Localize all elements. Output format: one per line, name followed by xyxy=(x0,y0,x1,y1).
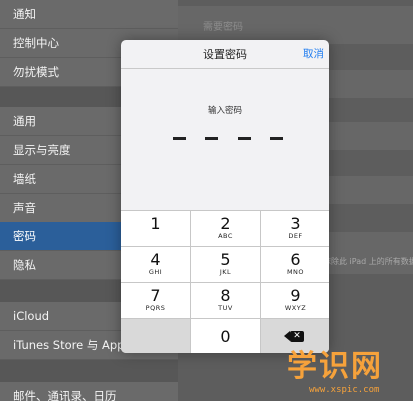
sidebar-item-label: 密码 xyxy=(13,229,36,243)
require-passcode-row[interactable]: 需要密码 xyxy=(178,6,413,44)
enter-passcode-prompt: 输入密码 xyxy=(207,106,242,116)
passcode-entry-field[interactable] xyxy=(173,134,283,142)
key-8[interactable]: 8 TUV xyxy=(191,283,260,318)
key-digit: 4 xyxy=(150,250,161,269)
key-6[interactable]: 6 MNO xyxy=(261,247,329,282)
key-digit: 8 xyxy=(220,286,231,305)
sidebar-item-label: iCloud xyxy=(13,309,50,323)
sidebar-item-label: 显示与亮度 xyxy=(13,143,71,157)
key-letters: DEF xyxy=(288,232,303,240)
sidebar-item-label: 勿扰模式 xyxy=(13,65,59,79)
sidebar-item-mail-contacts-calendars[interactable]: 邮件、通讯录、日历 xyxy=(0,382,178,401)
key-letters: PQRS xyxy=(145,304,166,312)
dialog-header: 设置密码 取消 xyxy=(121,40,329,69)
key-digit: 1 xyxy=(150,214,161,233)
key-letters: MNO xyxy=(286,268,305,276)
key-digit: 3 xyxy=(290,214,301,233)
watermark-url: www.xspic.com xyxy=(309,385,380,395)
sidebar-item-label: 通知 xyxy=(13,7,36,21)
watermark-text: 学识网 xyxy=(287,349,383,384)
key-letters: ABC xyxy=(218,232,233,240)
require-passcode-label: 需要密码 xyxy=(203,21,243,33)
dialog-title: 设置密码 xyxy=(203,48,247,61)
key-letters: GHI xyxy=(148,268,163,276)
key-letters: WXYZ xyxy=(284,304,307,312)
key-2[interactable]: 2 ABC xyxy=(191,211,260,246)
passcode-digit-slot xyxy=(205,137,219,140)
sidebar-item-notifications[interactable]: 通知 xyxy=(0,0,178,29)
numeric-keypad: 1 2 ABC 3 DEF 4 GHI 5 JKL 6 MNO 7 PQRS 8 xyxy=(121,210,329,353)
key-letters: TUV xyxy=(218,304,233,312)
erase-data-note: 抹除此 iPad 上的所有数据 xyxy=(323,257,413,266)
passcode-digit-slot xyxy=(237,137,251,140)
sidebar-item-label: 邮件、通讯录、日历 xyxy=(13,389,117,401)
key-letters: JKL xyxy=(219,268,232,276)
cancel-button[interactable]: 取消 xyxy=(303,40,324,69)
sidebar-item-label: 声音 xyxy=(13,201,36,215)
key-9[interactable]: 9 WXYZ xyxy=(261,283,329,318)
key-digit: 2 xyxy=(220,214,231,233)
backspace-icon: ✕ xyxy=(284,331,304,342)
key-digit: 5 xyxy=(220,250,231,269)
key-digit: 6 xyxy=(290,250,301,269)
watermark-logo: 学识网 www.xspic.com xyxy=(287,348,413,401)
key-4[interactable]: 4 GHI xyxy=(121,247,190,282)
keypad-blank-key xyxy=(121,319,190,353)
sidebar-item-label: 控制中心 xyxy=(13,36,59,50)
sidebar-item-label: 隐私 xyxy=(13,258,36,272)
set-passcode-dialog: 设置密码 取消 输入密码 1 2 ABC 3 DEF 4 GHI 5 JKL 6… xyxy=(121,40,329,353)
key-digit: 9 xyxy=(290,286,301,305)
sidebar-item-label: 通用 xyxy=(13,114,36,128)
key-0[interactable]: 0 xyxy=(191,319,260,353)
key-digit: 0 xyxy=(220,327,231,346)
key-digit: 7 xyxy=(150,286,161,305)
sidebar-item-label: 墙纸 xyxy=(13,172,36,186)
key-1[interactable]: 1 xyxy=(121,211,190,246)
passcode-digit-slot xyxy=(269,137,283,140)
key-5[interactable]: 5 JKL xyxy=(191,247,260,282)
passcode-digit-slot xyxy=(173,137,186,140)
key-3[interactable]: 3 DEF xyxy=(261,211,329,246)
key-7[interactable]: 7 PQRS xyxy=(121,283,190,318)
